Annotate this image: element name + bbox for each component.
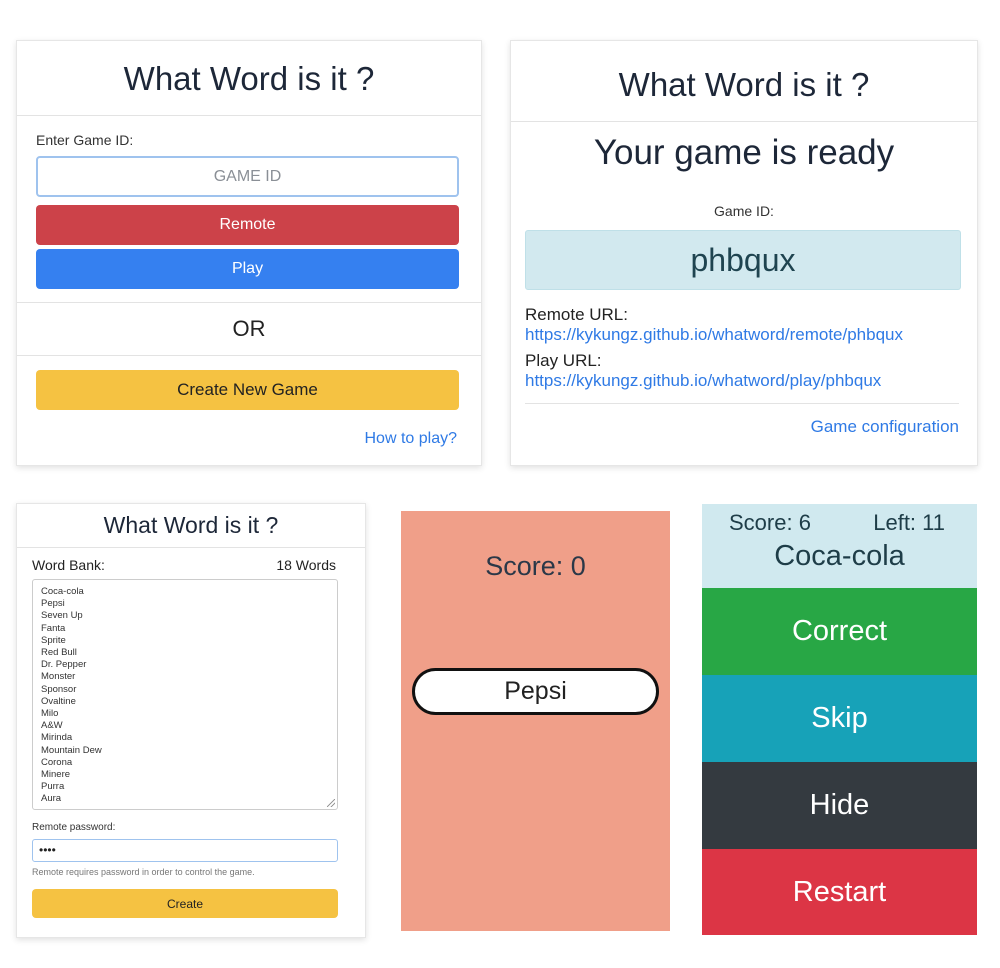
word-item: Pepsi <box>41 598 65 610</box>
word-item: Milo <box>41 708 59 720</box>
password-hint: Remote requires password in order to con… <box>32 867 255 877</box>
word-count: 18 Words <box>276 557 336 573</box>
word-item: A&W <box>41 720 63 732</box>
game-configuration-link[interactable]: Game configuration <box>811 417 959 437</box>
word-item: Corona <box>41 756 73 768</box>
word-item: Mirinda <box>41 732 73 744</box>
play-url-label: Play URL: <box>525 351 602 370</box>
remote-score: Score: 6 <box>729 510 811 535</box>
word-item: Coca-cola <box>41 586 84 597</box>
skip-button[interactable]: Skip <box>702 675 977 762</box>
play-button[interactable]: Play <box>36 249 459 289</box>
word-item: Mountain Dew <box>41 744 102 756</box>
game-id-label: Enter Game ID: <box>36 132 134 148</box>
remote-password-input[interactable]: •••• <box>32 839 338 862</box>
remote-url-label: Remote URL: <box>525 305 628 324</box>
remote-screen: Score: 6 Left: 11 Coca-cola Correct Skip… <box>702 504 977 935</box>
word-item: Minere <box>41 769 71 781</box>
word-item: Red Bull <box>41 647 77 659</box>
remote-current-word: Coca-cola <box>774 540 905 572</box>
word-item: Ovaltine <box>41 695 76 707</box>
config-title: What Word is it ? <box>17 504 365 548</box>
word-item: Purra <box>41 781 65 793</box>
divider <box>17 355 481 356</box>
word-item: Dr. Pepper <box>41 659 87 671</box>
resize-handle-icon[interactable] <box>327 799 335 807</box>
or-separator: OR <box>232 316 266 341</box>
config-panel: What Word is it ? Word Bank: 18 Words Co… <box>16 503 366 938</box>
remote-button[interactable]: Remote <box>36 205 459 245</box>
play-score: Score: 0 <box>485 551 586 581</box>
home-title: What Word is it ? <box>17 41 481 116</box>
correct-button[interactable]: Correct <box>702 588 977 675</box>
word-item: Sprite <box>41 634 66 646</box>
word-bank-textarea[interactable]: Coca-cola Pepsi Seven Up Fanta Sprite Re… <box>32 579 338 810</box>
ready-heading: Your game is ready <box>593 133 895 172</box>
remote-password-label: Remote password: <box>32 822 116 833</box>
current-word: Pepsi <box>412 668 659 715</box>
create-button[interactable]: Create <box>32 889 338 918</box>
how-to-play-link[interactable]: How to play? <box>365 430 458 448</box>
hide-button[interactable]: Hide <box>702 762 977 849</box>
game-id-display: phbqux <box>525 230 961 290</box>
game-id-label: Game ID: <box>714 203 774 219</box>
word-item: Fanta <box>41 622 66 634</box>
word-bank-label: Word Bank: <box>32 557 105 573</box>
play-url-link[interactable]: https://kykungz.github.io/whatword/play/… <box>525 371 881 391</box>
remote-header: Score: 6 Left: 11 Coca-cola <box>702 504 977 588</box>
remote-url-link[interactable]: https://kykungz.github.io/whatword/remot… <box>525 325 903 345</box>
word-item: Sponsor <box>41 683 77 695</box>
words-left: Left: 11 <box>873 510 945 535</box>
word-item: Aura <box>41 793 62 805</box>
home-panel: What Word is it ? Enter Game ID: GAME ID… <box>16 40 482 466</box>
create-new-game-button[interactable]: Create New Game <box>36 370 459 410</box>
divider <box>525 403 959 404</box>
word-item: Seven Up <box>41 610 83 622</box>
game-id-input[interactable]: GAME ID <box>36 156 459 197</box>
word-item: Monster <box>41 671 76 683</box>
play-screen: Score: 0 Pepsi <box>401 511 670 931</box>
game-ready-panel: What Word is it ? Your game is ready Gam… <box>510 40 978 466</box>
restart-button[interactable]: Restart <box>702 849 977 935</box>
ready-title: What Word is it ? <box>511 41 977 122</box>
